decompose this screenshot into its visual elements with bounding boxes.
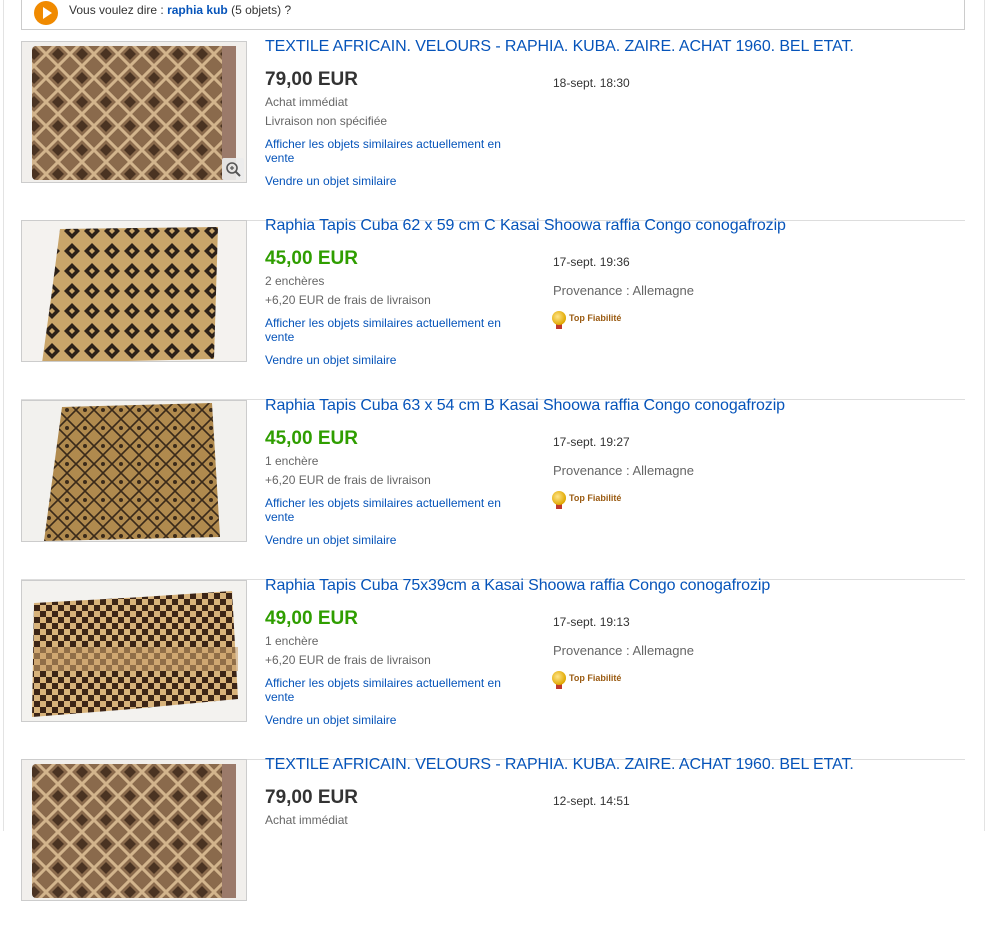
- item-price: 45,00 EUR: [265, 428, 358, 449]
- show-similar-link[interactable]: Afficher les objets similaires actuellem…: [265, 676, 525, 704]
- item-end-date: 17-sept. 19:13: [553, 615, 630, 629]
- item-origin: Provenance : Allemagne: [553, 283, 694, 298]
- item-price: 45,00 EUR: [265, 248, 358, 269]
- item-bid-count: 2 enchères: [265, 274, 325, 288]
- suggestion-text: Vous voulez dire : raphia kub (5 objets)…: [69, 3, 291, 17]
- item-price: 79,00 EUR: [265, 787, 358, 808]
- item-format: Achat immédiat: [265, 95, 348, 109]
- item-origin: Provenance : Allemagne: [553, 463, 694, 478]
- show-similar-link[interactable]: Afficher les objets similaires actuellem…: [265, 496, 525, 524]
- sell-similar-link[interactable]: Vendre un objet similaire: [265, 353, 396, 367]
- item-thumbnail[interactable]: [21, 400, 247, 542]
- medal-icon: [552, 491, 566, 505]
- item-bid-count: 1 enchère: [265, 454, 319, 468]
- suggested-term-link[interactable]: raphia kub: [167, 3, 228, 17]
- item-title-link[interactable]: TEXTILE AFRICAIN. VELOURS - RAPHIA. KUBA…: [265, 38, 854, 56]
- suggestion-prefix: Vous voulez dire :: [69, 3, 168, 17]
- textile-image: [22, 401, 246, 541]
- item-shipping: Livraison non spécifiée: [265, 114, 388, 128]
- sell-similar-link[interactable]: Vendre un objet similaire: [265, 174, 396, 188]
- medal-icon: [552, 311, 566, 325]
- show-similar-link[interactable]: Afficher les objets similaires actuellem…: [265, 316, 525, 344]
- zoom-icon[interactable]: [222, 158, 244, 180]
- textile-image: [22, 221, 246, 361]
- result-item: Raphia Tapis Cuba 62 x 59 cm C Kasai Sho…: [21, 217, 965, 400]
- show-similar-link[interactable]: Afficher les objets similaires actuellem…: [265, 137, 525, 165]
- item-thumbnail[interactable]: [21, 41, 247, 183]
- item-origin: Provenance : Allemagne: [553, 643, 694, 658]
- item-bid-count: 1 enchère: [265, 634, 319, 648]
- medal-icon: [552, 671, 566, 685]
- result-item: TEXTILE AFRICAIN. VELOURS - RAPHIA. KUBA…: [21, 756, 965, 939]
- item-title-link[interactable]: Raphia Tapis Cuba 62 x 59 cm C Kasai Sho…: [265, 217, 786, 235]
- item-thumbnail[interactable]: [21, 220, 247, 362]
- suggestion-suffix: (5 objets) ?: [227, 3, 292, 17]
- item-thumbnail[interactable]: [21, 580, 247, 722]
- item-shipping: +6,20 EUR de frais de livraison: [265, 473, 431, 487]
- badge-label: Top Fiabilité: [569, 493, 622, 503]
- item-end-date: 18-sept. 18:30: [553, 76, 630, 90]
- item-title-link[interactable]: TEXTILE AFRICAIN. VELOURS - RAPHIA. KUBA…: [265, 756, 854, 774]
- sell-similar-link[interactable]: Vendre un objet similaire: [265, 533, 396, 547]
- item-price: 79,00 EUR: [265, 69, 358, 90]
- textile-image: [22, 581, 246, 721]
- item-title-link[interactable]: Raphia Tapis Cuba 75x39cm a Kasai Shoowa…: [265, 577, 770, 595]
- item-shipping: +6,20 EUR de frais de livraison: [265, 653, 431, 667]
- result-item: Raphia Tapis Cuba 63 x 54 cm B Kasai Sho…: [21, 397, 965, 580]
- play-arrow-icon: [34, 1, 58, 25]
- badge-label: Top Fiabilité: [569, 313, 622, 323]
- textile-image: [22, 42, 246, 182]
- item-end-date: 12-sept. 14:51: [553, 794, 630, 808]
- item-price: 49,00 EUR: [265, 608, 358, 629]
- sell-similar-link[interactable]: Vendre un objet similaire: [265, 713, 396, 727]
- item-shipping: +6,20 EUR de frais de livraison: [265, 293, 431, 307]
- result-item: Raphia Tapis Cuba 75x39cm a Kasai Shoowa…: [21, 577, 965, 760]
- item-title-link[interactable]: Raphia Tapis Cuba 63 x 54 cm B Kasai Sho…: [265, 397, 785, 415]
- item-format: Achat immédiat: [265, 813, 348, 827]
- item-end-date: 17-sept. 19:36: [553, 255, 630, 269]
- item-thumbnail[interactable]: [21, 759, 247, 901]
- item-end-date: 17-sept. 19:27: [553, 435, 630, 449]
- result-item: TEXTILE AFRICAIN. VELOURS - RAPHIA. KUBA…: [21, 38, 965, 221]
- spelling-suggestion-bar: Vous voulez dire : raphia kub (5 objets)…: [21, 0, 965, 30]
- badge-label: Top Fiabilité: [569, 673, 622, 683]
